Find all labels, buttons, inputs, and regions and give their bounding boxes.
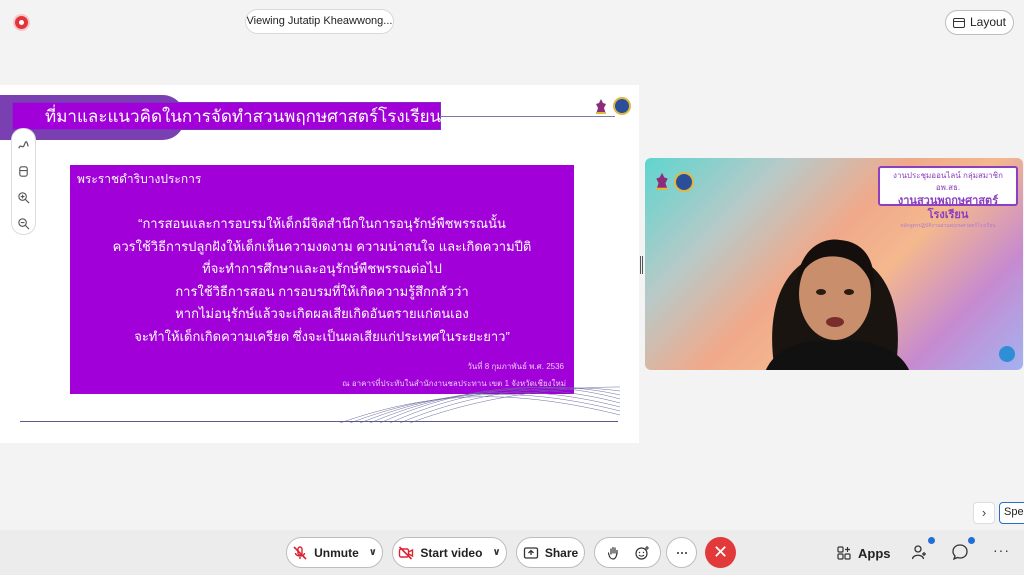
participant-video[interactable]: งานประชุมออนไลน์ กลุ่มสมาชิก อพ.สธ. งานส… [645,158,1023,370]
apps-button[interactable]: Apps [836,542,891,564]
unmute-label: Unmute [314,545,359,560]
reaction-emoji-icon[interactable] [634,545,650,561]
layout-icon [952,17,965,28]
share-icon [523,545,539,561]
mic-muted-icon [292,545,308,561]
apps-label: Apps [858,545,891,561]
participants-notification-dot [928,537,935,544]
more-options-button[interactable] [666,537,697,568]
quote-line: ควรใช้วิธีการปลูกฝังให้เด็กเห็นความงดงาม… [112,238,532,254]
quote-line: “การสอนและการอบรมให้เด็กมีจิตสำนึกในการอ… [138,216,506,231]
leave-meeting-button[interactable]: ✕ [705,537,736,568]
quote-line: การใช้วิธีการสอน การอบรมที่ให้เกิดความรู… [175,283,469,299]
share-button[interactable]: Share [516,537,585,568]
shared-content: ที่มาและแนวคิดในการจัดทำสวนพฤกษศาสตร์โรง… [0,85,639,443]
chat-notification-dot [968,537,975,544]
start-video-button[interactable]: Start video ∨ [392,537,507,568]
seal-logo [674,172,694,192]
participants-icon[interactable] [911,543,929,561]
panel-resize-handle[interactable] [640,256,643,274]
participant-person [766,239,909,370]
next-page-button[interactable]: › [973,502,995,524]
zoom-in-icon[interactable] [17,191,30,204]
recording-icon [15,16,28,29]
quote-box: พระราชดำริบางประการ “การสอนและการอบรมให้… [70,165,574,394]
pointer-icon[interactable] [17,165,30,178]
chat-icon[interactable] [951,543,969,561]
start-video-label: Start video [420,545,483,560]
webex-logo-icon [999,346,1015,362]
emblem-logo [596,99,606,114]
video-off-icon [398,545,414,561]
raise-hand-icon[interactable] [606,545,622,561]
speaker-label[interactable]: Speaker [999,502,1024,524]
annotation-toolbar [11,128,36,235]
viewing-indicator[interactable]: Viewing Jutatip Kheawwong... [245,9,394,34]
slide-title: ที่มาและแนวคิดในการจัดทำสวนพฤกษศาสตร์โรง… [12,102,441,130]
quote-date: วันที่ 8 กุมภาพันธ์ พ.ศ. 2536 [467,362,564,371]
layout-label: Layout [969,15,1007,29]
virtual-background-banner: งานประชุมออนไลน์ กลุ่มสมาชิก อพ.สธ. งานส… [878,166,1018,229]
quote-text: “การสอนและการอบรมให้เด็กมีจิตสำนึกในการอ… [70,213,574,348]
emblem-logo [656,172,668,190]
wave-decoration [340,386,620,424]
chevron-down-icon: ∨ [368,547,377,558]
chevron-down-icon: ∨ [492,547,501,558]
apps-icon [837,546,851,560]
layout-button[interactable]: Layout [945,10,1014,35]
quote-line: หากไม่อนุรักษ์แล้วจะเกิดผลเสียเกิดอันตรา… [175,306,469,321]
quote-line: จะทำให้เด็กเกิดความเครียด ซึ่งจะเป็นผลเส… [134,328,510,344]
slide-footer-line [20,421,618,422]
title-underline [440,116,615,117]
zoom-out-icon[interactable] [17,217,30,230]
seal-logo [613,97,631,115]
quote-line: ที่จะทำการศึกษาและอนุรักษ์พืชพรรณต่อไป [202,261,442,276]
unmute-button[interactable]: Unmute ∨ [286,537,383,568]
more-panels-button[interactable]: ··· [993,542,1010,558]
banner-line: งานประชุมออนไลน์ กลุ่มสมาชิก อพ.สธ. [893,171,1003,192]
annotate-icon[interactable] [17,139,30,152]
more-horizontal-icon [676,551,687,554]
share-label: Share [544,545,579,560]
quote-heading: พระราชดำริบางประการ [77,172,202,186]
close-icon: ✕ [712,542,729,562]
reactions-group [594,537,661,568]
